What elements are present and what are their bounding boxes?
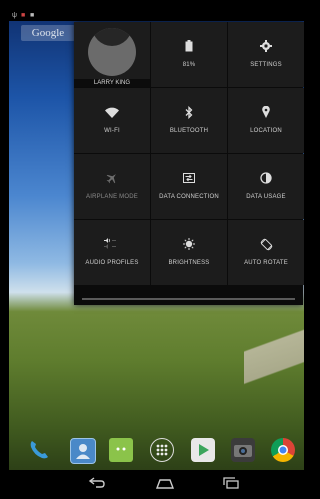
notification-icon: ■ [21,12,26,19]
user-avatar [88,28,136,76]
battery-tile[interactable]: 81% [151,22,227,87]
play-store-icon[interactable] [191,438,215,462]
status-bar: ψ ■ ■ [9,11,304,21]
settings-tile[interactable]: SETTINGS [228,22,304,87]
image-notification-icon: ■ [30,12,35,19]
audio-profiles-tile[interactable]: AUDIO PROFILES [74,220,150,285]
data-usage-label: DATA USAGE [246,194,286,200]
settings-label: SETTINGS [250,62,282,68]
wifi-label: WI-FI [104,128,120,134]
bluetooth-tile[interactable]: BLUETOOTH [151,88,227,153]
data-usage-tile[interactable]: DATA USAGE [228,154,304,219]
bluetooth-icon [151,104,227,120]
airplane-mode-tile[interactable]: AIRPLANE MODE [74,154,150,219]
quick-settings-panel: LARRY KING 81% SETTINGS WI-FI BLUETOOTH … [74,22,304,305]
location-tile[interactable]: LOCATION [228,88,304,153]
usb-icon: ψ [12,12,17,19]
bluetooth-label: BLUETOOTH [169,128,209,134]
contacts-icon[interactable] [70,438,96,464]
airplane-icon [74,170,150,186]
location-pin-icon [228,104,304,120]
brightness-label: BRIGHTNESS [168,260,210,266]
navigation-bar [9,470,304,496]
data-connection-label: DATA CONNECTION [159,194,219,200]
brightness-icon [151,236,227,252]
wifi-tile[interactable]: WI-FI [74,88,150,153]
audio-profiles-icon [74,236,150,252]
data-usage-icon [228,170,304,186]
data-connection-icon [151,170,227,186]
phone-icon[interactable] [27,438,51,462]
battery-label: 81% [182,62,196,68]
brightness-tile[interactable]: BRIGHTNESS [151,220,227,285]
app-dock [9,434,304,470]
user-name: LARRY KING [74,79,150,87]
wallpaper-road [244,286,304,426]
auto-rotate-icon [228,236,304,252]
location-label: LOCATION [250,128,282,134]
panel-drag-handle[interactable] [82,298,295,300]
all-apps-icon[interactable] [150,438,174,462]
data-connection-tile[interactable]: DATA CONNECTION [151,154,227,219]
airplane-mode-label: AIRPLANE MODE [86,194,138,200]
recents-icon[interactable] [221,476,241,490]
camera-icon[interactable] [231,438,255,462]
messaging-icon[interactable] [109,438,133,462]
chrome-icon[interactable] [271,438,295,462]
device-screen: ψ ■ ■ Google LARRY KING 81% SETTINGS WI-… [9,11,304,496]
user-tile[interactable]: LARRY KING [74,22,150,87]
gear-icon [228,38,304,54]
auto-rotate-label: AUTO ROTATE [244,260,288,266]
google-search-bar[interactable]: Google [21,25,75,41]
battery-icon [151,38,227,54]
auto-rotate-tile[interactable]: AUTO ROTATE [228,220,304,285]
audio-profiles-label: AUDIO PROFILES [85,260,139,266]
home-icon[interactable] [155,476,175,490]
back-icon[interactable] [87,476,107,490]
wifi-icon [74,104,150,120]
